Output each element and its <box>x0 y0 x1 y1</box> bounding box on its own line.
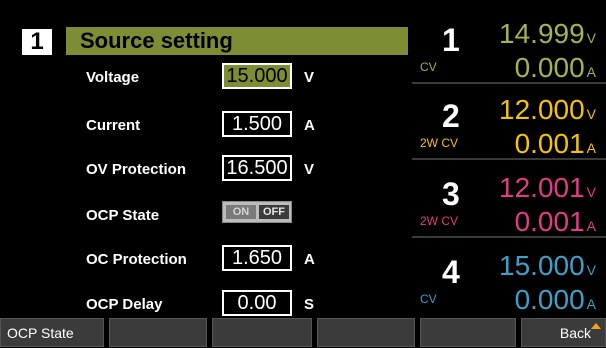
channel-4-number: 4 <box>442 254 460 290</box>
channel-3-voltage-value: 12.001 <box>499 172 585 203</box>
ocp-delay-label: OCP Delay <box>86 296 163 313</box>
ov-protection-row: OV Protection 16.500 V <box>0 155 412 185</box>
ov-protection-label: OV Protection <box>86 161 187 178</box>
power-supply-screen: 1 Source setting Voltage 15.000 V Curren… <box>0 0 606 347</box>
softkey-2[interactable] <box>109 318 207 347</box>
channel-4-readout[interactable]: 4 CV 15.000 V 0.000 A <box>412 244 606 316</box>
channel-number-badge: 1 <box>22 29 52 55</box>
softkey-ocp-state[interactable]: OCP State <box>0 318 104 347</box>
channel-4-voltage-value: 15.000 <box>499 250 585 281</box>
channel-3-current-value: 0.001 <box>514 206 585 237</box>
oc-protection-label: OC Protection <box>86 251 187 268</box>
ocp-state-label: OCP State <box>86 207 160 224</box>
channel-1-number: 1 <box>442 22 460 58</box>
toggle-off-label[interactable]: OFF <box>259 205 289 219</box>
channel-3-mode: 2W CV <box>420 214 459 228</box>
softkey-bar: OCP State Back <box>0 318 606 347</box>
channel-3-voltage: 12.001 V <box>499 172 596 204</box>
panel-title: Source setting <box>66 27 408 55</box>
channel-1-readout[interactable]: 1 CV 14.999 V 0.000 A <box>412 12 606 84</box>
voltage-row: Voltage 15.000 V <box>0 63 412 93</box>
channel-1-current-value: 0.000 <box>514 52 585 83</box>
volt-unit: V <box>586 30 596 46</box>
volt-unit: V <box>586 184 596 200</box>
channel-2-voltage: 12.000 V <box>499 94 596 126</box>
ocp-delay-field[interactable]: 0.00 <box>222 290 292 316</box>
channel-2-current-value: 0.001 <box>514 128 585 159</box>
oc-protection-unit: A <box>304 251 315 268</box>
channel-2-voltage-value: 12.000 <box>499 94 585 125</box>
ov-protection-unit: V <box>304 161 315 178</box>
channel-2-readout[interactable]: 2 2W CV 12.000 V 0.001 A <box>412 88 606 160</box>
amp-unit: A <box>586 296 596 312</box>
softkey-back[interactable]: Back <box>521 318 606 347</box>
softkey-4[interactable] <box>317 318 415 347</box>
softkey-3[interactable] <box>212 318 312 347</box>
channel-4-voltage: 15.000 V <box>499 250 596 282</box>
ocp-state-row: OCP State ON OFF <box>0 201 412 231</box>
channel-readouts: 1 CV 14.999 V 0.000 A 2 2W CV 12.000 V 0.00… <box>412 12 606 318</box>
channel-3-readout[interactable]: 3 2W CV 12.001 V 0.001 A <box>412 166 606 238</box>
channel-2-current: 0.001 A <box>515 128 596 160</box>
voltage-label: Voltage <box>86 69 140 86</box>
channel-2-mode: 2W CV <box>420 136 459 150</box>
volt-unit: V <box>586 262 596 278</box>
volt-unit: V <box>586 106 596 122</box>
channel-4-mode: CV <box>420 292 437 306</box>
channel-1-mode: CV <box>420 60 437 74</box>
ocp-delay-unit: S <box>304 296 315 313</box>
channel-1-voltage: 14.999 V <box>499 18 596 50</box>
softkey-5[interactable] <box>420 318 516 347</box>
amp-unit: A <box>586 140 596 156</box>
ocp-state-toggle[interactable]: ON OFF <box>222 201 292 223</box>
amp-unit: A <box>586 64 596 80</box>
current-row: Current 1.500 A <box>0 111 412 141</box>
oc-protection-row: OC Protection 1.650 A <box>0 245 412 275</box>
current-label: Current <box>86 117 141 134</box>
oc-protection-field[interactable]: 1.650 <box>222 245 292 271</box>
channel-4-current: 0.000 A <box>515 284 596 316</box>
current-unit: A <box>304 117 315 134</box>
current-field[interactable]: 1.500 <box>222 111 292 137</box>
channel-1-current: 0.000 A <box>515 52 596 84</box>
source-setting-panel: 1 Source setting Voltage 15.000 V Curren… <box>0 0 412 318</box>
channel-3-number: 3 <box>442 176 460 212</box>
back-label: Back <box>559 325 591 341</box>
voltage-field[interactable]: 15.000 <box>222 63 292 89</box>
up-arrow-icon <box>591 323 601 329</box>
amp-unit: A <box>586 218 596 234</box>
ov-protection-field[interactable]: 16.500 <box>222 155 292 181</box>
channel-4-current-value: 0.000 <box>514 284 585 315</box>
channel-2-number: 2 <box>442 98 460 134</box>
channel-3-current: 0.001 A <box>515 206 596 238</box>
voltage-unit: V <box>304 69 315 86</box>
channel-1-voltage-value: 14.999 <box>499 18 585 49</box>
ocp-delay-row: OCP Delay 0.00 S <box>0 290 412 320</box>
toggle-on-label[interactable]: ON <box>226 205 256 219</box>
